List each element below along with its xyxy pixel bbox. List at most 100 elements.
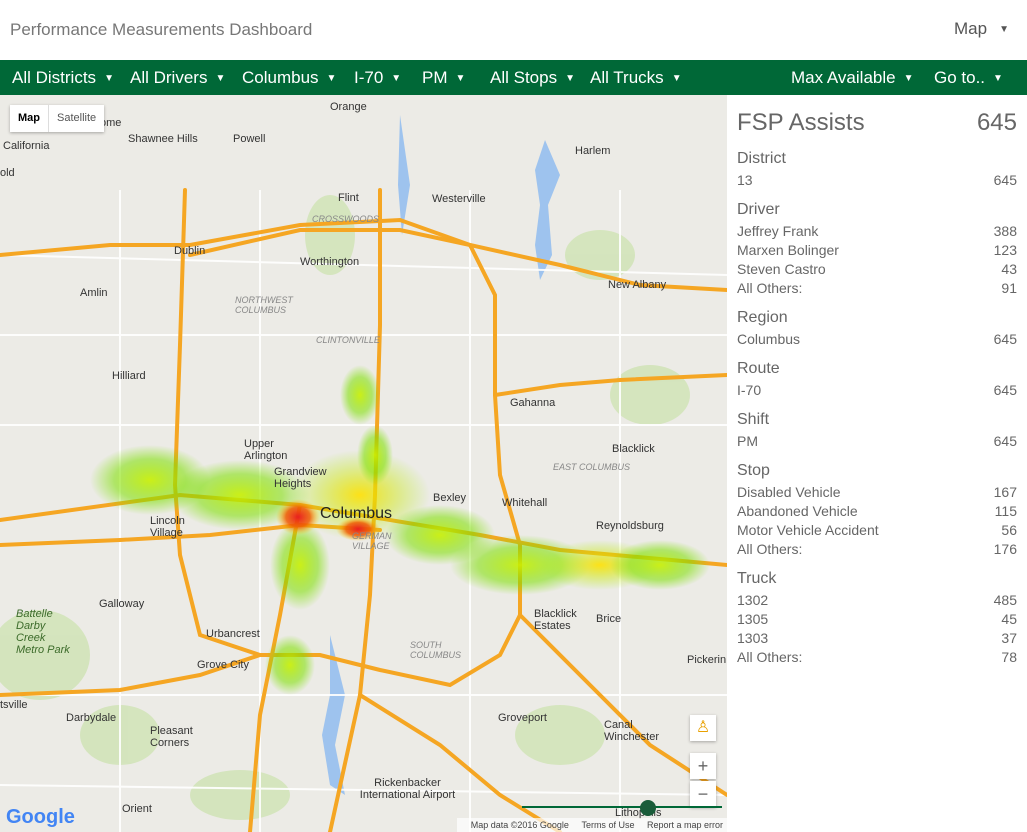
chevron-down-icon: ▼ — [993, 73, 1003, 84]
section-route: Route I-70 645 — [737, 360, 1017, 401]
shift-filter-label: PM — [422, 68, 448, 87]
map-label-bexley: Bexley — [433, 492, 467, 504]
list-item: 1305 45 — [737, 611, 1017, 630]
list-item: Abandoned Vehicle 115 — [737, 503, 1017, 522]
section-truck: Truck 1302 485 1305 45 1303 37 All Others: 7… — [737, 570, 1017, 668]
summary-panel: FSP Assists 645 District 13 645 Driver Je… — [727, 95, 1027, 832]
metric-filter-label: Max Available — [791, 68, 896, 87]
map-type-map-button[interactable]: Map — [10, 105, 49, 132]
map-label-old: old — [0, 167, 15, 179]
list-item: Disabled Vehicle 167 — [737, 484, 1017, 503]
list-item: 13 645 — [737, 172, 1017, 191]
zoom-in-button[interactable]: + — [690, 753, 716, 779]
list-item: Marxen Bolinger 123 — [737, 242, 1017, 261]
map-label-blacklick-estates: Blacklick Estates — [534, 608, 577, 632]
map-label-clintonville: CLINTONVILLE — [316, 335, 380, 345]
row-value: 45 — [1001, 611, 1017, 627]
district-filter-label: All Districts — [12, 68, 97, 87]
metric-filter[interactable]: Max Available ▼ — [791, 68, 914, 88]
row-value: 645 — [993, 172, 1017, 188]
map-label-powell: Powell — [233, 133, 266, 145]
map-label-galloway: Galloway — [99, 598, 145, 610]
chevron-down-icon: ▼ — [391, 73, 402, 84]
map-label-groveport: Groveport — [498, 712, 547, 724]
map-label-rickenbacker: Rickenbacker International Airport — [359, 777, 456, 801]
row-label: 1305 — [737, 611, 769, 627]
zoom-out-button[interactable]: − — [690, 781, 716, 807]
map-attribution: Map data ©2016 Google Terms of Use Repor… — [456, 818, 727, 832]
map-label-amlin: Amlin — [80, 287, 108, 299]
time-slider-track[interactable] — [522, 806, 722, 808]
driver-filter-label: All Drivers — [130, 68, 208, 87]
map-label-california: California — [3, 140, 50, 152]
map-label-dublin: Dublin — [174, 245, 206, 257]
chevron-down-icon: ▼ — [455, 73, 466, 84]
section-stop: Stop Disabled Vehicle 167 Abandoned Vehic… — [737, 462, 1017, 560]
map-label-hilliard: Hilliard — [112, 370, 146, 382]
section-driver: Driver Jeffrey Frank 388 Marxen Bolinger 1… — [737, 201, 1017, 299]
terms-link[interactable]: Terms of Use — [581, 820, 634, 830]
map-label-gahanna: Gahanna — [510, 397, 556, 409]
truck-filter[interactable]: All Trucks ▼ — [590, 68, 682, 88]
list-item: 1303 37 — [737, 630, 1017, 649]
goto-menu[interactable]: Go to.. ▼ — [934, 68, 1003, 88]
row-label: All Others: — [737, 280, 803, 296]
row-value: 43 — [1001, 261, 1017, 277]
map-label-upper-arlington: Upper Arlington — [244, 438, 288, 462]
region-filter[interactable]: Columbus ▼ — [242, 68, 336, 88]
map-label-darbydale: Darbydale — [66, 712, 117, 724]
view-select[interactable]: Map ▼ — [954, 19, 1009, 39]
shift-filter[interactable]: PM ▼ — [422, 68, 465, 88]
map-area[interactable]: Orange Shawnee Hills Powell Harlem Calif… — [0, 95, 727, 832]
row-label: 13 — [737, 172, 753, 188]
row-label: Jeffrey Frank — [737, 223, 819, 239]
section-region: Region Columbus 645 — [737, 309, 1017, 350]
map-label-east-columbus: EAST COLUMBUS — [553, 462, 631, 472]
row-label: I-70 — [737, 382, 762, 398]
row-label: Steven Castro — [737, 261, 826, 277]
app-title: Performance Measurements Dashboard — [10, 20, 313, 39]
section-heading: Driver — [737, 201, 780, 218]
section-heading: Shift — [737, 411, 770, 428]
row-value: 176 — [993, 541, 1017, 557]
driver-filter[interactable]: All Drivers ▼ — [130, 68, 225, 88]
stop-filter[interactable]: All Stops ▼ — [490, 68, 575, 88]
list-item: All Others: 176 — [737, 541, 1017, 560]
map-label-battelle: Battelle Darby Creek Metro Park — [16, 608, 70, 656]
report-error-link[interactable]: Report a map error — [647, 820, 723, 830]
chevron-down-icon: ▼ — [104, 73, 114, 84]
row-label: Motor Vehicle Accident — [737, 522, 879, 538]
row-label: Disabled Vehicle — [737, 484, 841, 500]
list-item: Jeffrey Frank 388 — [737, 223, 1017, 242]
time-slider-handle[interactable] — [640, 800, 656, 816]
map-label-urbancrest: Urbancrest — [206, 628, 260, 640]
chevron-down-icon: ▼ — [215, 73, 226, 84]
section-heading: Route — [737, 360, 780, 377]
map-type-satellite-button[interactable]: Satellite — [49, 105, 104, 132]
map-label-grove-city: Grove City — [197, 659, 249, 671]
section-heading: Stop — [737, 462, 770, 479]
row-label: Abandoned Vehicle — [737, 503, 858, 519]
row-value: 167 — [993, 484, 1017, 500]
row-label: All Others: — [737, 649, 803, 665]
map-label-pleasant-corners: Pleasant Corners — [150, 725, 193, 749]
row-value: 485 — [993, 592, 1017, 608]
route-filter[interactable]: I-70 ▼ — [354, 68, 401, 88]
list-item: PM 645 — [737, 433, 1017, 452]
row-label: All Others: — [737, 541, 803, 557]
section-district: District 13 645 — [737, 150, 1017, 191]
list-item: All Others: 91 — [737, 280, 1017, 299]
view-select-label: Map — [954, 19, 988, 38]
street-view-pegman-icon[interactable]: ♙ — [690, 715, 716, 741]
district-filter[interactable]: All Districts ▼ — [12, 68, 114, 88]
list-item: I-70 645 — [737, 382, 1017, 401]
section-heading: Truck — [737, 570, 777, 587]
map-label-pickerington: Pickerin — [687, 654, 727, 666]
row-value: 388 — [993, 223, 1017, 239]
chevron-down-icon: ▼ — [326, 73, 337, 84]
panel-total: 645 — [976, 109, 1017, 136]
map-type-toggle: Map Satellite — [10, 105, 105, 132]
app-header: Performance Measurements Dashboard Map ▼ — [0, 0, 1027, 61]
section-heading: District — [737, 150, 786, 167]
row-value: 123 — [993, 242, 1017, 258]
